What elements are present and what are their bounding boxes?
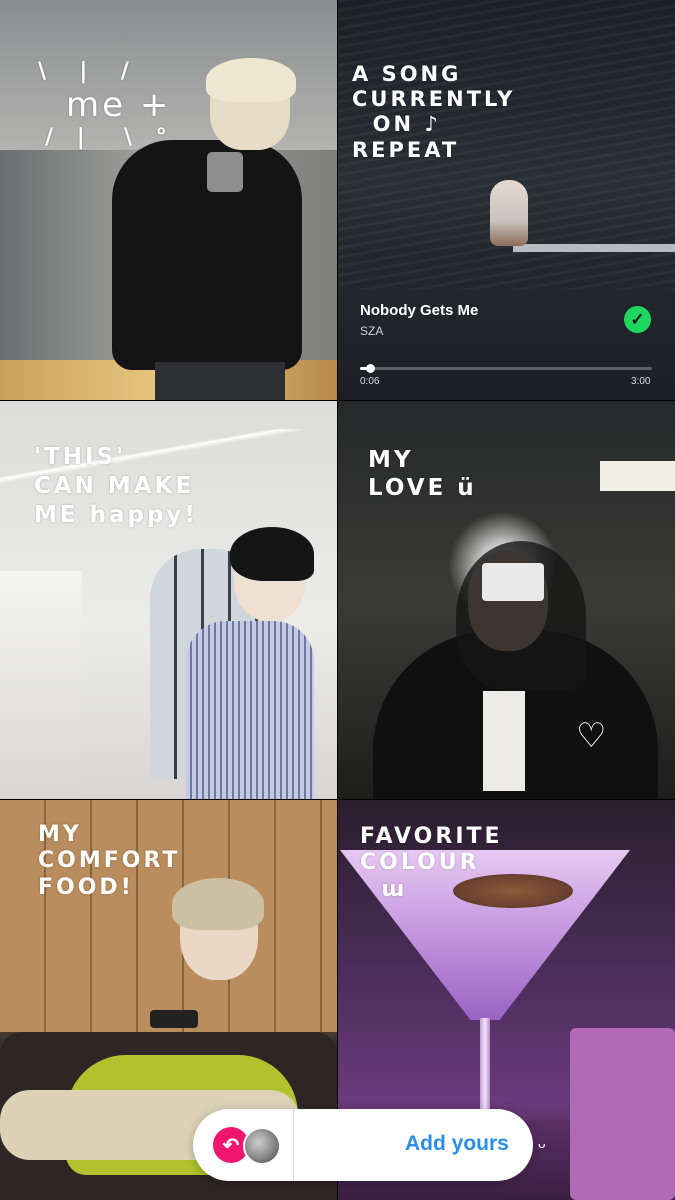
add-yours-sticker[interactable]: ↶ Add yours (193, 1109, 533, 1181)
white-building (0, 571, 82, 799)
avatar (243, 1127, 281, 1165)
caption-comfort: MY COMFORT FOOD! (38, 822, 181, 900)
person-hair (230, 527, 314, 581)
pier-plank (513, 244, 675, 252)
tile-love: MY LOVE ü ♡ (338, 401, 675, 799)
tile-song: A SONG CURRENTLY ON ♪ REPEAT Nobody Gets… (338, 0, 675, 400)
menu-book (570, 1028, 675, 1200)
phone (150, 1010, 198, 1028)
sparkle-lines: \ | / (38, 59, 135, 84)
check-icon[interactable]: ✓ (624, 306, 651, 333)
time-total: 3:00 (631, 376, 651, 387)
caption-song: A SONG CURRENTLY ON ♪ REPEAT (352, 62, 516, 162)
person-hair (206, 58, 296, 102)
caption-me: me + (66, 85, 172, 125)
add-yours-button[interactable]: Add yours (405, 1132, 509, 1156)
pants (155, 362, 285, 400)
heart-doodle-icon: ♡ (576, 716, 609, 756)
ceiling-light (600, 461, 675, 491)
track-title[interactable]: Nobody Gets Me (360, 302, 478, 319)
tile-happy: 'THIS' CAN MAKE ME happy! (0, 401, 337, 799)
sparkle-lines-bottom: / | \ ° (45, 125, 175, 150)
smile-doodle-icon: ᵕ (538, 1136, 546, 1158)
story-collage: me + \ | / / | \ ° A SONG CURRENTLY ON ♪… (0, 0, 675, 1200)
tile-me: me + \ | / / | \ ° (0, 0, 337, 400)
phone-in-hand (207, 152, 243, 192)
caption-love: MY LOVE ü (368, 447, 477, 501)
camera (482, 563, 544, 601)
sitting-figure (490, 180, 528, 246)
progress-knob[interactable] (366, 364, 375, 373)
caption-colour: FAVORITE COLOUR ɯ (360, 824, 503, 902)
person-hair (172, 878, 264, 930)
time-elapsed: 0:06 (360, 376, 380, 387)
white-shirt (483, 691, 525, 791)
add-yours-left: ↶ (193, 1109, 294, 1181)
track-artist[interactable]: SZA (360, 324, 383, 338)
playback-progress-bar[interactable] (360, 364, 652, 373)
person-shirt (186, 621, 314, 799)
caption-happy: 'THIS' CAN MAKE ME happy! (34, 444, 198, 528)
